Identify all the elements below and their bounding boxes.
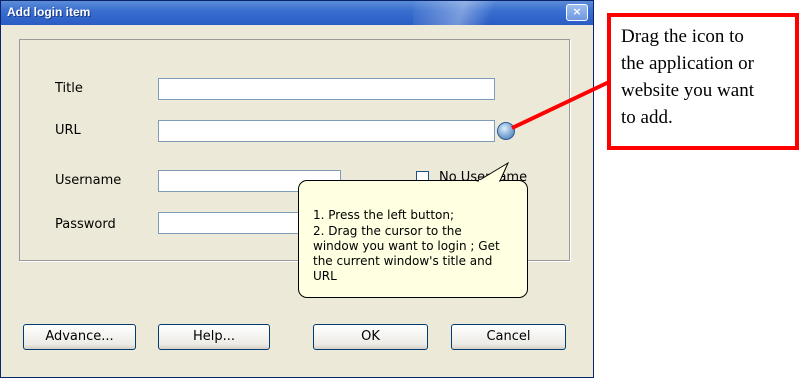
password-label: Password xyxy=(55,217,116,232)
title-bar: Add login item × xyxy=(1,1,593,25)
callout-line: the application or xyxy=(621,53,754,74)
callout-line: to add. xyxy=(621,107,673,128)
cancel-button[interactable]: Cancel xyxy=(451,324,566,350)
tooltip-line: URL xyxy=(313,269,337,283)
drag-help-tooltip: 1. Press the left button; 2. Drag the cu… xyxy=(298,180,528,298)
callout-line: website you want xyxy=(621,80,754,101)
username-label: Username xyxy=(55,173,122,188)
advance-button[interactable]: Advance... xyxy=(23,324,136,350)
help-button[interactable]: Help... xyxy=(158,324,270,350)
tooltip-line: 1. Press the left button; xyxy=(313,208,455,222)
instruction-callout: Drag the icon to the application or webs… xyxy=(607,13,799,150)
url-input[interactable] xyxy=(158,120,495,142)
title-input[interactable] xyxy=(158,78,495,100)
tooltip-line: 2. Drag the cursor to the xyxy=(313,224,462,238)
tooltip-line: window you want to login ; Get xyxy=(313,239,500,253)
title-label: Title xyxy=(55,81,83,96)
close-button[interactable]: × xyxy=(566,4,588,21)
dialog-title: Add login item xyxy=(7,5,91,19)
globe-icon[interactable] xyxy=(497,122,515,140)
close-icon: × xyxy=(572,5,582,18)
tooltip-line: the current window's title and xyxy=(313,254,493,268)
ok-button[interactable]: OK xyxy=(313,324,428,350)
url-label: URL xyxy=(55,123,81,138)
callout-line: Drag the icon to xyxy=(621,26,744,47)
